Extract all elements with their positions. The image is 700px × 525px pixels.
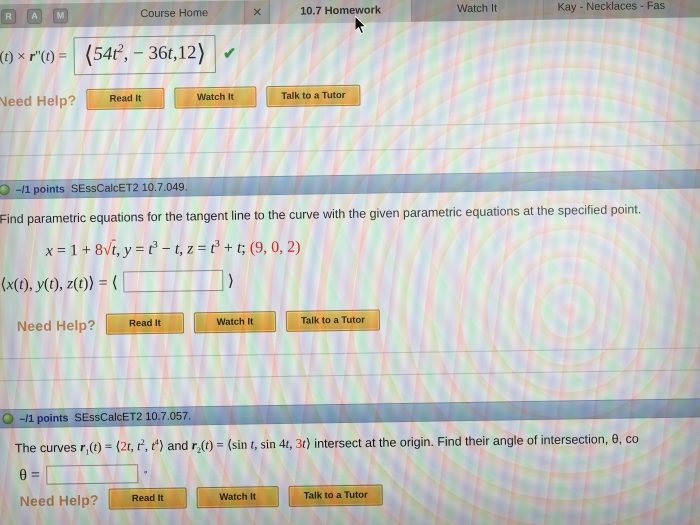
- question-057-prompt: The curves r1(t) = ⟨2t, t2, t4⟩ and r2(t…: [14, 431, 639, 457]
- divider-2: [0, 144, 700, 157]
- need-help-row-049: Need Help? Read It Watch It Talk to a Tu…: [16, 309, 381, 336]
- talk-to-a-tutor-button-049[interactable]: Talk to a Tutor: [285, 309, 381, 332]
- theta-label: θ =: [19, 466, 41, 484]
- read-it-button-049[interactable]: Read It: [105, 312, 185, 335]
- theta-input[interactable]: [45, 464, 139, 485]
- question-049-point: (9, 0, 2): [249, 238, 301, 257]
- previous-answer-term1: 54t2: [93, 42, 124, 65]
- need-help-label-049: Need Help?: [16, 316, 97, 334]
- angle-bracket-open: ⟨: [83, 42, 94, 70]
- previous-answer-lhs: r'(t) × r''(t) =: [0, 47, 68, 65]
- talk-to-a-tutor-button-057[interactable]: Talk to a Tutor: [288, 484, 383, 507]
- tab-watch-it[interactable]: Watch It: [411, 0, 544, 22]
- question-header-057: –/1 points SEssCalcET2 10.7.057.: [0, 398, 700, 429]
- talk-to-a-tutor-button[interactable]: Talk to a Tutor: [266, 84, 361, 108]
- angle-bracket-close: ⟩: [196, 41, 207, 68]
- correct-check-icon: ✔: [222, 45, 237, 63]
- question-049-code: SEssCalcET2 10.7.049.: [70, 180, 188, 195]
- question-049-prompt: Find parametric equations for the tangen…: [0, 202, 642, 227]
- tab-kay-label: Kay - Necklaces - Fas: [557, 0, 666, 14]
- tab-homework-label: 10.7 Homework: [300, 4, 382, 18]
- browser-window: R A M Course Home ✕ 10.7 Homework Watch …: [0, 0, 700, 525]
- close-icon-glyph: ✕: [252, 5, 263, 20]
- watch-it-button-049[interactable]: Watch It: [193, 311, 277, 334]
- need-help-row-previous: Need Help? Read It Watch It Talk to a Tu…: [0, 84, 361, 112]
- question-057-prompt-lead: The curves: [14, 440, 81, 456]
- question-049-equations: x = 1 + 8√t, y = t3 − t, z = t3 + t; (9,…: [46, 238, 301, 261]
- previous-answer-box[interactable]: ⟨54t2, − 36t,12⟩: [73, 34, 217, 76]
- favicon-m[interactable]: M: [52, 7, 69, 24]
- favicon-a[interactable]: A: [26, 8, 43, 24]
- tab-course-home-label: Course Home: [140, 7, 209, 21]
- monitor-photo: R A M Course Home ✕ 10.7 Homework Watch …: [0, 0, 700, 525]
- question-status-dot-icon: [0, 184, 10, 196]
- read-it-button[interactable]: Read It: [86, 87, 165, 111]
- question-049-points: –/1 points: [15, 182, 65, 196]
- question-057-prompt-tail: intersect at the origin. Find their angl…: [310, 431, 639, 451]
- degree-symbol: °: [143, 468, 148, 479]
- favicon-a-label: A: [31, 10, 38, 21]
- tab-course-home[interactable]: Course Home: [103, 0, 246, 27]
- question-057-points: –/1 points: [19, 411, 69, 425]
- question-057-code: SEssCalcET2 10.7.057.: [74, 409, 192, 424]
- favicon-m-label: M: [56, 10, 65, 21]
- need-help-label-057: Need Help?: [19, 491, 99, 509]
- question-049-equation-text: x = 1 + 8√t, y = t3 − t, z = t3 + t; (9,…: [45, 238, 301, 260]
- watch-it-button[interactable]: Watch It: [174, 86, 257, 109]
- favicon-r-label: R: [5, 11, 12, 22]
- divider-4: [0, 369, 700, 382]
- read-it-button-057[interactable]: Read It: [108, 487, 187, 510]
- mouse-cursor-icon: [355, 16, 367, 35]
- homework-page: r'(t) × r''(t) = ⟨54t2, − 36t,12⟩ ✔ Need…: [0, 17, 700, 525]
- divider-1: [0, 120, 700, 133]
- favicon-r[interactable]: R: [0, 8, 17, 24]
- tab-homework[interactable]: 10.7 Homework: [270, 0, 412, 25]
- previous-answer-row: r'(t) × r''(t) = ⟨54t2, − 36t,12⟩ ✔: [0, 34, 237, 77]
- divider-3: [0, 347, 700, 360]
- question-057-answer-row: θ = °: [19, 464, 148, 485]
- tab-watch-it-label: Watch It: [457, 2, 498, 16]
- close-icon[interactable]: ✕: [245, 0, 271, 25]
- question-049-answer-input[interactable]: [122, 269, 223, 293]
- question-049-answer-row: ⟨x(t), y(t), z(t)⟩ = ⟨ ⟩: [0, 269, 235, 295]
- need-help-row-057: Need Help? Read It Watch It Talk to a Tu…: [20, 484, 383, 511]
- question-header-049: –/1 points SEssCalcET2 10.7.049.: [0, 169, 700, 200]
- question-status-dot-icon-057: [2, 413, 14, 425]
- need-help-label: Need Help?: [0, 91, 77, 109]
- question-049-answer-close-paren: ⟩: [227, 272, 235, 290]
- question-057-conj: and: [163, 438, 192, 454]
- watch-it-button-057[interactable]: Watch It: [196, 486, 279, 509]
- question-049-answer-lhs: ⟨x(t), y(t), z(t)⟩ = ⟨: [0, 274, 118, 293]
